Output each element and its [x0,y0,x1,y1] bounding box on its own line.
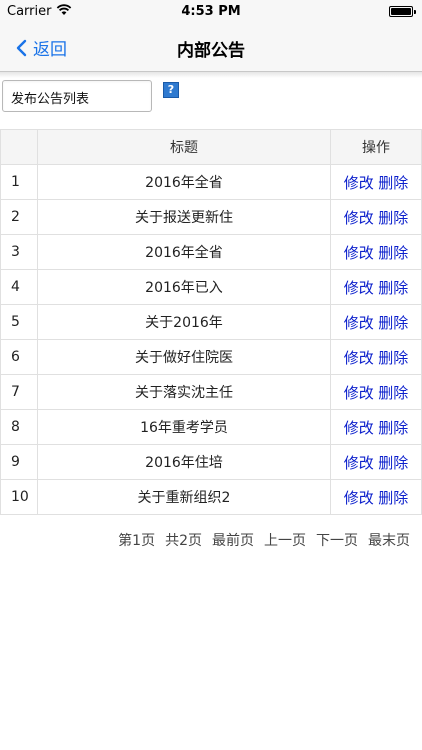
navigation-bar: 返回 内部公告 [0,22,422,72]
next-page-link[interactable]: 下一页 [316,530,358,550]
row-actions: 修改 删除 [330,409,422,445]
edit-link[interactable]: 修改 [344,314,374,332]
edit-link[interactable]: 修改 [344,489,374,507]
row-index: 6 [0,339,38,375]
table-row: 2 关于报送更新住 修改 删除 [0,199,422,235]
table-row: 8 16年重考学员 修改 删除 [0,409,422,445]
row-title[interactable]: 2016年住培 [37,444,331,480]
help-icon[interactable]: ? [163,82,179,98]
table-row: 9 2016年住培 修改 删除 [0,444,422,480]
row-index: 7 [0,374,38,410]
table-row: 10 关于重新组织2 修改 删除 [0,479,422,515]
header-index [0,129,38,165]
row-index: 1 [0,164,38,200]
table-row: 4 2016年已入 修改 删除 [0,269,422,305]
notice-table: 标题 操作 1 2016年全省 修改 删除 2 关于报送更新住 修改 删除 3 2016年全省… [0,129,422,515]
row-index: 2 [0,199,38,235]
row-actions: 修改 删除 [330,339,422,375]
publish-notice-list-button[interactable]: 发布公告列表 [2,80,152,112]
total-pages-label: 共2页 [165,533,202,549]
row-index: 3 [0,234,38,270]
row-title[interactable]: 关于报送更新住 [37,199,331,235]
row-index: 4 [0,269,38,305]
status-bar: Carrier 4:53 PM [0,0,422,22]
row-index: 5 [0,304,38,340]
row-title[interactable]: 2016年全省 [37,164,331,200]
row-title[interactable]: 关于落实沈主任 [37,374,331,410]
delete-link[interactable]: 删除 [378,174,408,192]
edit-link[interactable]: 修改 [344,279,374,297]
row-actions: 修改 删除 [330,374,422,410]
row-actions: 修改 删除 [330,164,422,200]
row-index: 9 [0,444,38,480]
row-title[interactable]: 2016年全省 [37,234,331,270]
delete-link[interactable]: 删除 [378,384,408,402]
header-actions: 操作 [330,129,422,165]
edit-link[interactable]: 修改 [344,349,374,367]
row-actions: 修改 删除 [330,199,422,235]
row-title[interactable]: 关于重新组织2 [37,479,331,515]
prev-page-link[interactable]: 上一页 [264,530,306,550]
row-title[interactable]: 2016年已入 [37,269,331,305]
current-page-label: 第1页 [118,533,156,549]
row-actions: 修改 删除 [330,444,422,480]
page-title: 内部公告 [177,41,245,61]
row-title[interactable]: 关于2016年 [37,304,331,340]
battery-icon [389,6,416,17]
delete-link[interactable]: 删除 [378,279,408,297]
nav-divider [0,72,422,78]
edit-link[interactable]: 修改 [344,454,374,472]
first-page-link[interactable]: 最前页 [212,530,254,550]
header-title: 标题 [37,129,331,165]
delete-link[interactable]: 删除 [378,244,408,262]
clock-time: 4:53 PM [181,4,241,19]
edit-link[interactable]: 修改 [344,419,374,437]
row-title[interactable]: 关于做好住院医 [37,339,331,375]
row-index: 8 [0,409,38,445]
delete-link[interactable]: 删除 [378,209,408,227]
row-actions: 修改 删除 [330,234,422,270]
row-actions: 修改 删除 [330,304,422,340]
delete-link[interactable]: 删除 [378,314,408,332]
row-actions: 修改 删除 [330,479,422,515]
delete-link[interactable]: 删除 [378,349,408,367]
edit-link[interactable]: 修改 [344,174,374,192]
table-row: 7 关于落实沈主任 修改 删除 [0,374,422,410]
table-row: 5 关于2016年 修改 删除 [0,304,422,340]
table-header-row: 标题 操作 [0,129,422,165]
table-row: 1 2016年全省 修改 删除 [0,164,422,200]
edit-link[interactable]: 修改 [344,384,374,402]
row-index: 10 [0,479,38,515]
last-page-link[interactable]: 最末页 [368,530,410,550]
delete-link[interactable]: 删除 [378,454,408,472]
delete-link[interactable]: 删除 [378,419,408,437]
table-row: 3 2016年全省 修改 删除 [0,234,422,270]
pagination: 第1页 共2页 最前页 上一页 下一页 最末页 [118,530,410,550]
delete-link[interactable]: 删除 [378,489,408,507]
edit-link[interactable]: 修改 [344,244,374,262]
row-actions: 修改 删除 [330,269,422,305]
edit-link[interactable]: 修改 [344,209,374,227]
table-row: 6 关于做好住院医 修改 删除 [0,339,422,375]
row-title[interactable]: 16年重考学员 [37,409,331,445]
